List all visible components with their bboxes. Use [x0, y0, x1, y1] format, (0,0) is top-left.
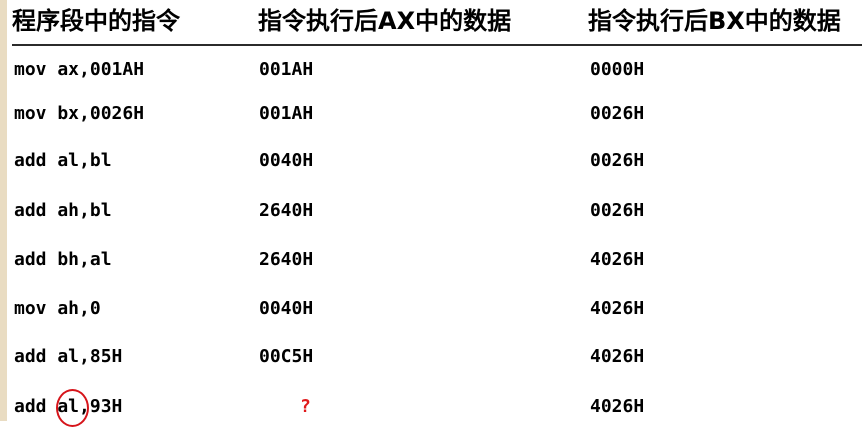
- ax-cell: 2640H: [259, 249, 314, 270]
- bx-cell: 0000H: [590, 59, 645, 80]
- table-row: add al,85H 00C5H 4026H: [12, 345, 862, 385]
- ax-cell: 2640H: [259, 200, 314, 221]
- left-accent-bar: [0, 0, 7, 421]
- bx-cell: 0026H: [590, 150, 645, 171]
- instruction-cell: add al,85H: [14, 346, 123, 367]
- instruction-cell: add al,bl: [14, 150, 112, 171]
- instruction-cell: add ah,bl: [14, 200, 112, 221]
- bx-cell: 4026H: [590, 346, 645, 367]
- header-ax: 指令执行后AX中的数据: [258, 7, 512, 35]
- header-bx: 指令执行后BX中的数据: [588, 7, 841, 35]
- table-row: add al,93H ? 4026H: [12, 395, 862, 435]
- instruction-cell: add bh,al: [14, 249, 112, 270]
- bx-cell: 0026H: [590, 103, 645, 124]
- instruction-cell: mov bx,0026H: [14, 103, 145, 124]
- table-row: add al,bl 0040H 0026H: [12, 149, 862, 189]
- table-header: 程序段中的指令 指令执行后AX中的数据 指令执行后BX中的数据: [12, 0, 862, 46]
- table-row: mov ax,001AH 001AH 0000H: [12, 58, 862, 98]
- table-row: add bh,al 2640H 4026H: [12, 248, 862, 288]
- header-instruction: 程序段中的指令: [12, 7, 180, 35]
- ax-cell: 0040H: [259, 150, 314, 171]
- table-row: mov ah,0 0040H 4026H: [12, 297, 862, 337]
- instruction-cell: mov ah,0: [14, 298, 101, 319]
- ax-cell: 001AH: [259, 103, 314, 124]
- ax-cell: 001AH: [259, 59, 314, 80]
- question-mark: ?: [300, 396, 311, 417]
- table-row: add ah,bl 2640H 0026H: [12, 199, 862, 239]
- bx-cell: 4026H: [590, 249, 645, 270]
- bx-cell: 0026H: [590, 200, 645, 221]
- bx-cell: 4026H: [590, 396, 645, 417]
- table-row: mov bx,0026H 001AH 0026H: [12, 102, 862, 142]
- ax-cell: 0040H: [259, 298, 314, 319]
- ax-cell: 00C5H: [259, 346, 314, 367]
- bx-cell: 4026H: [590, 298, 645, 319]
- instruction-cell: mov ax,001AH: [14, 59, 145, 80]
- instruction-cell: add al,93H: [14, 396, 123, 417]
